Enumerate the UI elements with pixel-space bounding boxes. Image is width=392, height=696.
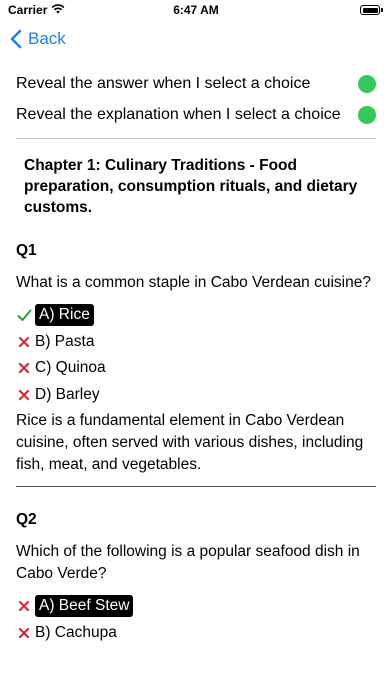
cross-icon [16, 336, 32, 348]
explanation-text: Rice is a fundamental element in Cabo Ve… [16, 412, 364, 473]
choice-item[interactable]: B) Cachupa [16, 620, 376, 647]
question-label: Q2 [16, 511, 37, 528]
reveal-explanation-row[interactable]: Reveal the explanation when I select a c… [0, 99, 392, 130]
cross-icon [16, 600, 32, 612]
choice-item[interactable]: C) Quinoa [16, 355, 376, 382]
battery-icon [360, 5, 383, 15]
choice-text: B) Pasta [35, 332, 95, 350]
cross-icon [16, 362, 32, 374]
reveal-explanation-label: Reveal the explanation when I select a c… [16, 105, 341, 123]
reveal-explanation-toggle[interactable] [358, 105, 376, 124]
nav-bar: Back [0, 22, 392, 56]
choice-text: A) Beef Stew [35, 595, 134, 618]
reveal-answer-label: Reveal the answer when I select a choice [16, 74, 311, 92]
choice-item[interactable]: D) Barley [16, 382, 376, 409]
choice-list: A) Rice B) Pasta C) Quinoa D) Barley [0, 294, 392, 408]
choice-item[interactable]: B) Pasta [16, 329, 376, 356]
status-bar: Carrier 6:47 AM [0, 0, 392, 22]
question-text: Which of the following is a popular seaf… [16, 543, 360, 582]
choice-item[interactable]: A) Rice [16, 302, 376, 329]
chevron-left-icon[interactable] [10, 29, 22, 49]
checkmark-icon [16, 309, 32, 322]
question-text: What is a common staple in Cabo Verdean … [16, 274, 371, 291]
choice-text: B) Cachupa [35, 623, 117, 641]
choice-text: C) Quinoa [35, 359, 106, 377]
choice-item[interactable]: A) Beef Stew [16, 593, 376, 620]
reveal-answer-row[interactable]: Reveal the answer when I select a choice [0, 68, 392, 99]
settings-section: Reveal the answer when I select a choice… [0, 68, 392, 130]
question-label: Q1 [16, 242, 37, 259]
status-time: 6:47 AM [173, 3, 219, 17]
choice-list: A) Beef Stew B) Cachupa [0, 585, 392, 646]
cross-icon [16, 627, 32, 639]
choice-text: A) Rice [35, 304, 94, 327]
choice-text: D) Barley [35, 385, 100, 403]
back-button[interactable]: Back [28, 29, 66, 49]
reveal-answer-toggle[interactable] [358, 74, 376, 93]
cross-icon [16, 389, 32, 401]
chapter-title: Chapter 1: Culinary Traditions - Food pr… [24, 157, 358, 216]
